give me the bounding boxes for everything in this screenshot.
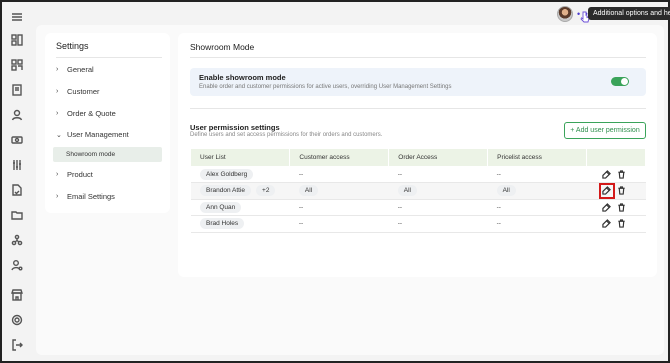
column-header-actions xyxy=(586,149,646,166)
delete-icon[interactable] xyxy=(617,219,627,229)
pricelist-access-cell: All xyxy=(487,182,587,200)
nav-item-order-quote[interactable]: › Order & Quote xyxy=(56,109,116,118)
tag-icon[interactable] xyxy=(10,133,24,147)
add-user-permission-button[interactable]: + Add user permission xyxy=(564,122,646,139)
nav-item-general[interactable]: › General xyxy=(56,65,94,74)
user-icon[interactable] xyxy=(10,108,24,122)
logout-icon[interactable] xyxy=(10,338,24,352)
order-access-cell: -- xyxy=(388,199,488,216)
banner-title: Enable showroom mode xyxy=(199,73,286,82)
order-access-cell: All xyxy=(388,182,488,200)
nav-item-customer[interactable]: › Customer xyxy=(56,87,100,96)
user-chip: Alex Goldberg xyxy=(200,168,254,180)
user-chip: Brandon Attie xyxy=(200,185,252,197)
page-title: Showroom Mode xyxy=(190,42,255,52)
filters-icon[interactable] xyxy=(10,158,24,172)
banner-description: Enable order and customer permissions fo… xyxy=(199,84,452,90)
avatar[interactable] xyxy=(557,6,573,22)
actions-cell xyxy=(586,199,646,216)
nav-item-product[interactable]: › Product xyxy=(56,170,93,179)
network-icon[interactable] xyxy=(10,233,24,247)
user-cell: Alex Goldberg xyxy=(191,166,290,183)
edit-icon[interactable] xyxy=(602,202,612,212)
settings-panel: Settings › General › Customer › Order & … xyxy=(45,33,170,213)
column-header-order-access: Order Access xyxy=(388,149,489,166)
actions-cell xyxy=(586,182,646,200)
column-header-customer-access: Customer access xyxy=(289,149,390,166)
user-cell: Brandon Attie +2 xyxy=(191,182,290,200)
access-chip: All xyxy=(298,185,319,197)
pricelist-access-cell: -- xyxy=(487,166,587,183)
column-header-user-list: User List xyxy=(191,149,291,166)
divider xyxy=(56,57,162,58)
section-title: User permission settings xyxy=(190,123,280,132)
chevron-right-icon: › xyxy=(56,193,59,200)
order-access-cell: -- xyxy=(388,215,488,233)
user-cog-icon[interactable] xyxy=(10,258,24,272)
access-chip: All xyxy=(496,185,516,197)
nav-label: General xyxy=(67,65,94,74)
chevron-down-icon: ⌄ xyxy=(56,131,62,139)
document-icon[interactable] xyxy=(10,83,24,97)
user-cell: Ann Quan xyxy=(191,199,290,216)
order-access-cell: -- xyxy=(388,166,488,183)
file-check-icon[interactable] xyxy=(10,183,24,197)
edit-icon[interactable] xyxy=(602,169,612,179)
table-header-row: User List Customer access Order Access P… xyxy=(191,149,646,166)
divider xyxy=(190,57,646,58)
settings-title: Settings xyxy=(56,41,89,51)
section-description: Define users and set access permissions … xyxy=(190,132,383,138)
column-header-pricelist-access: Pricelist access xyxy=(487,149,587,166)
help-tooltip: Additional options and help xyxy=(588,7,670,20)
chevron-right-icon: › xyxy=(56,88,59,95)
chevron-right-icon: › xyxy=(56,110,59,117)
permissions-table: User List Customer access Order Access P… xyxy=(191,149,646,233)
chevron-right-icon: › xyxy=(56,171,59,178)
customer-access-cell: -- xyxy=(289,199,389,216)
customer-access-cell: -- xyxy=(289,166,389,183)
access-chip: All xyxy=(397,185,417,197)
chevron-right-icon: › xyxy=(56,66,59,73)
nav-label: Product xyxy=(67,170,93,179)
nav-label: Order & Quote xyxy=(67,109,116,118)
edit-icon[interactable] xyxy=(602,219,612,229)
nav-item-email-settings[interactable]: › Email Settings xyxy=(56,192,115,201)
nav-label: User Management xyxy=(67,130,129,139)
customer-access-cell: -- xyxy=(289,215,389,233)
edit-icon[interactable] xyxy=(598,182,615,199)
customer-access-cell: All xyxy=(289,182,389,200)
menu-icon[interactable] xyxy=(10,10,24,24)
showroom-toggle[interactable] xyxy=(611,77,629,86)
store-icon[interactable] xyxy=(10,288,24,302)
delete-icon[interactable] xyxy=(617,202,627,212)
user-chip: Brad Holes xyxy=(200,218,245,230)
qr-icon[interactable] xyxy=(10,58,24,72)
subnav-showroom-mode[interactable]: Showroom mode xyxy=(53,147,162,162)
table-row: Ann Quan -- -- -- xyxy=(191,199,646,216)
nav-label: Email Settings xyxy=(67,192,115,201)
dashboard-icon[interactable] xyxy=(10,33,24,47)
table-row: Brad Holes -- -- -- xyxy=(191,215,646,233)
user-cell: Brad Holes xyxy=(191,215,290,233)
table-row: Alex Goldberg -- -- -- xyxy=(191,166,646,183)
divider xyxy=(190,108,646,109)
actions-cell xyxy=(586,215,646,233)
settings-icon[interactable] xyxy=(10,313,24,327)
delete-icon[interactable] xyxy=(617,169,627,179)
user-chip: Ann Quan xyxy=(200,201,242,213)
more-users-chip[interactable]: +2 xyxy=(256,185,276,197)
side-rail xyxy=(2,2,32,361)
folder-icon[interactable] xyxy=(10,208,24,222)
actions-cell xyxy=(586,166,646,183)
table-row: Brandon Attie +2 All All All xyxy=(191,182,646,200)
pricelist-access-cell: -- xyxy=(487,215,587,233)
nav-label: Customer xyxy=(67,87,100,96)
nav-item-user-management[interactable]: ⌄ User Management xyxy=(56,130,129,139)
pricelist-access-cell: -- xyxy=(487,199,587,216)
showroom-banner: Enable showroom mode Enable order and cu… xyxy=(190,68,646,96)
delete-icon[interactable] xyxy=(617,186,627,196)
